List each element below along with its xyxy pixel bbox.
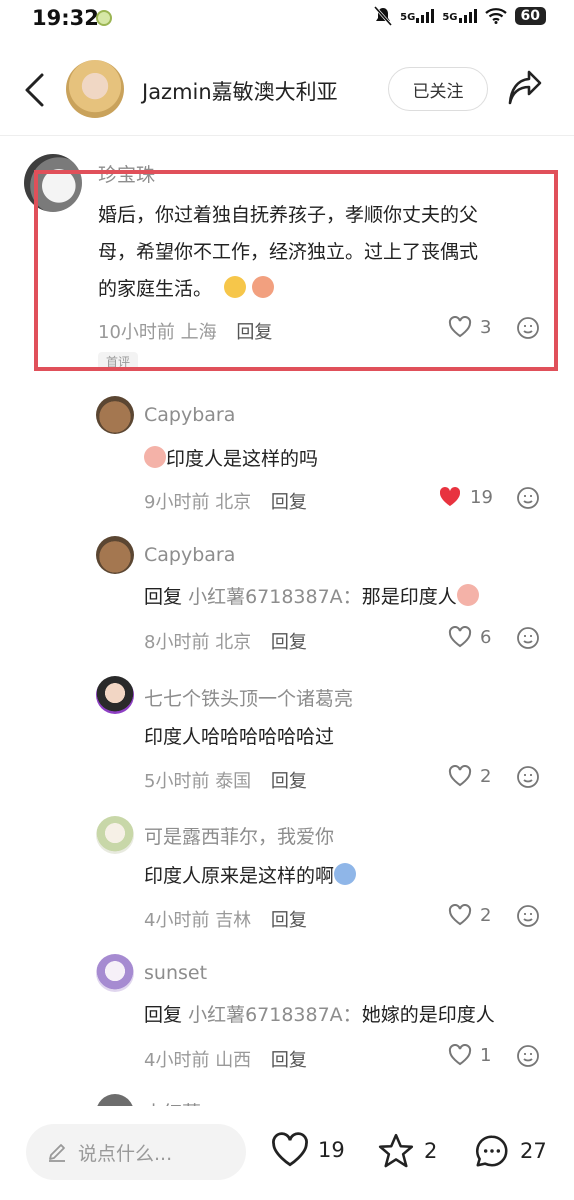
comment-location: 吉林: [215, 910, 252, 931]
mute-bell-icon: [374, 6, 393, 26]
comment-total: 27: [520, 1139, 547, 1163]
network-label-2: 5G: [442, 12, 458, 23]
crying-emoji-icon: [456, 584, 479, 606]
heart-icon: [448, 765, 472, 787]
comment-text: 印度人原来是这样的啊: [144, 860, 357, 892]
comment-input[interactable]: 说点什么...: [26, 1124, 246, 1180]
bottom-bar: 说点什么... 19 2 27: [0, 1106, 574, 1200]
emoji-reaction-icon[interactable]: [516, 765, 540, 789]
comment-input-placeholder: 说点什么...: [78, 1142, 173, 1165]
heart-icon: [272, 1132, 308, 1167]
author-name[interactable]: Jazmin嘉敏澳大利亚: [142, 76, 338, 106]
comment-avatar[interactable]: [96, 954, 134, 992]
comment-time: 5小时前: [144, 771, 210, 792]
comment-location: 山西: [215, 1050, 252, 1071]
heart-filled-icon: [439, 486, 461, 506]
back-arrow-icon[interactable]: [20, 72, 50, 108]
comment-location: 北京: [215, 632, 252, 653]
emoji-reaction-icon[interactable]: [516, 626, 540, 650]
follow-button[interactable]: 已关注: [388, 67, 488, 111]
like-button[interactable]: 2: [448, 765, 491, 787]
like-count: 6: [480, 626, 492, 648]
signal-bars-icon: [458, 9, 477, 23]
comment-text-content: 她嫁的是印度人: [361, 1004, 495, 1026]
like-total: 19: [318, 1138, 345, 1162]
signal-1: 5G: [400, 9, 435, 23]
like-total-button[interactable]: 19: [270, 1132, 345, 1168]
emoji-reaction-icon[interactable]: [516, 1044, 540, 1068]
comment-text: 回复 小红薯6718387A：她嫁的是印度人: [144, 999, 495, 1031]
comment-meta: 8小时前 北京 回复: [144, 628, 307, 654]
comment-text-content: 印度人是这样的吗: [166, 448, 319, 470]
highlight-box: [34, 170, 558, 371]
pencil-icon: [49, 1144, 65, 1162]
crying-emoji-icon: [334, 863, 357, 885]
comment-author[interactable]: 七七个铁头顶一个诸葛亮: [144, 684, 353, 711]
like-count: 1: [480, 1044, 492, 1066]
comment-meta: 4小时前 吉林 回复: [144, 906, 307, 932]
like-button[interactable]: 1: [448, 1044, 491, 1066]
comment-avatar[interactable]: [96, 396, 134, 434]
reply-button[interactable]: 回复: [271, 1050, 307, 1071]
comment-author[interactable]: Capybara: [144, 544, 235, 566]
like-count: 19: [470, 486, 493, 508]
comment-text-content: 那是印度人: [361, 586, 457, 608]
emoji-reaction-icon[interactable]: [516, 904, 540, 928]
comment-time: 8小时前: [144, 632, 210, 653]
comment-meta: 4小时前 山西 回复: [144, 1046, 307, 1072]
reply-target-user[interactable]: 小红薯6718387A：: [188, 1004, 362, 1026]
comment-avatar[interactable]: [96, 816, 134, 854]
comment-text: 印度人哈哈哈哈哈哈过: [144, 726, 335, 748]
reply-button[interactable]: 回复: [271, 771, 307, 792]
comment-text-content: 印度人原来是这样的啊: [144, 865, 335, 887]
comment-total-button[interactable]: 27: [472, 1132, 547, 1170]
comment-text: 印度人是这样的吗: [144, 443, 318, 475]
share-icon[interactable]: [506, 70, 544, 108]
status-time: 19:32: [32, 6, 99, 30]
collect-button[interactable]: 2: [376, 1132, 437, 1170]
heart-icon: [448, 626, 472, 648]
like-button[interactable]: 6: [448, 626, 491, 648]
comment-time: 9小时前: [144, 492, 210, 513]
comment-meta: 5小时前 泰国 回复: [144, 767, 307, 793]
like-button[interactable]: 19: [438, 486, 493, 508]
signal-2: 5G: [442, 9, 477, 23]
comment-text: 回复 小红薯6718387A：那是印度人: [144, 581, 479, 613]
reply-button[interactable]: 回复: [271, 910, 307, 931]
status-icons: 5G 5G 60: [374, 6, 546, 26]
reply-button[interactable]: 回复: [271, 492, 307, 513]
like-button[interactable]: 2: [448, 904, 491, 926]
author-avatar[interactable]: [66, 60, 124, 118]
comment-location: 北京: [215, 492, 252, 513]
signal-bars-icon: [416, 9, 435, 23]
status-bar: 19:32 5G 5G 60: [0, 0, 574, 40]
comment-meta: 9小时前 北京 回复: [144, 488, 307, 514]
battery-indicator: 60: [514, 7, 546, 25]
reply-prefix: 回复: [144, 1004, 183, 1026]
comment-author[interactable]: Capybara: [144, 404, 235, 426]
comment-avatar[interactable]: [96, 536, 134, 574]
note-header: Jazmin嘉敏澳大利亚 已关注: [0, 44, 574, 136]
comment-time: 4小时前: [144, 910, 210, 931]
heart-icon: [448, 904, 472, 926]
comment-location: 泰国: [215, 771, 252, 792]
like-count: 2: [480, 904, 492, 926]
crying-emoji-icon: [144, 446, 166, 468]
comment-author[interactable]: 可是露西菲尔，我爱你: [144, 822, 334, 849]
wifi-icon: [484, 8, 507, 24]
heart-icon: [448, 1044, 472, 1066]
comment-author[interactable]: sunset: [144, 962, 207, 984]
reply-button[interactable]: 回复: [271, 632, 307, 653]
reply-target-user[interactable]: 小红薯6718387A：: [188, 586, 362, 608]
comment-time: 4小时前: [144, 1050, 210, 1071]
star-icon: [378, 1133, 414, 1168]
reply-prefix: 回复: [144, 586, 183, 608]
network-label-1: 5G: [400, 12, 416, 23]
comment-bubble-icon: [476, 1135, 508, 1167]
emoji-reaction-icon[interactable]: [516, 486, 540, 510]
like-count: 2: [480, 765, 492, 787]
comment-avatar[interactable]: [96, 676, 134, 714]
app-notification-icon: [96, 10, 112, 26]
collect-total: 2: [424, 1139, 438, 1163]
